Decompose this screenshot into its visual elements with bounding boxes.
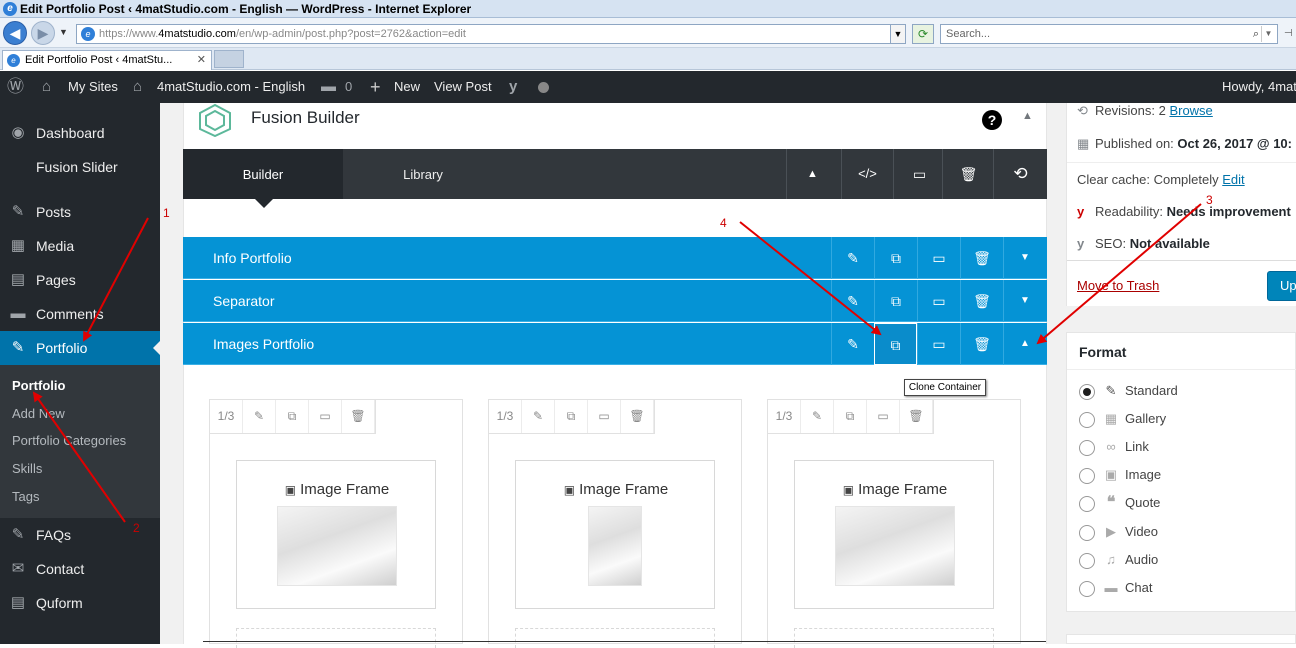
- annotation-arrows: [32, 203, 1202, 523]
- annotation-arrow: [83, 217, 149, 342]
- annotation-arrow: [32, 391, 126, 523]
- annotation-arrow: [739, 221, 882, 336]
- annotation-arrow: [1036, 203, 1202, 345]
